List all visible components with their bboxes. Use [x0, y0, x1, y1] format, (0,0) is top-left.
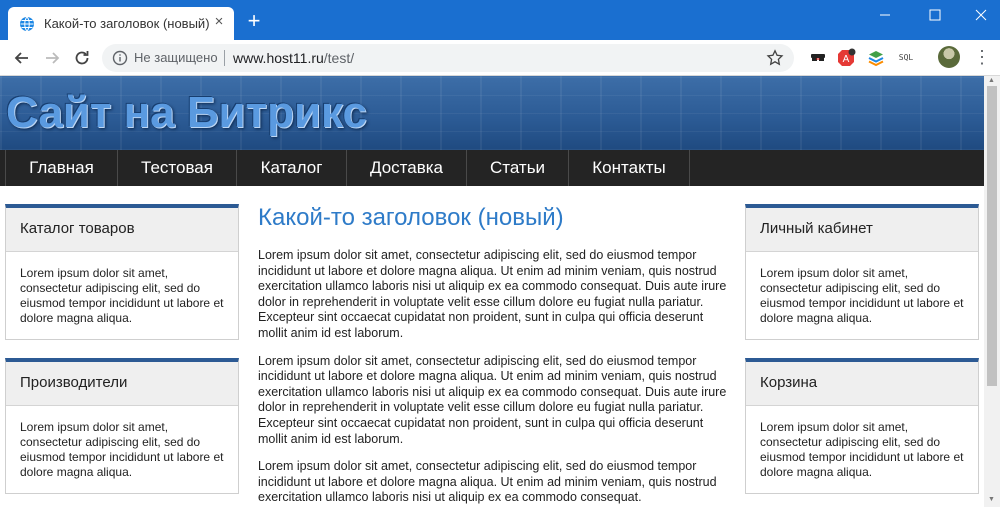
sidebar-block-text: Lorem ipsum dolor sit amet, consectetur …	[20, 420, 224, 479]
page-scrollbar[interactable]: ▲ ▼	[984, 76, 1000, 507]
minimize-icon[interactable]	[862, 4, 908, 26]
globe-icon	[20, 16, 34, 32]
address-bar[interactable]: Не защищено www.host11.ru/test/	[102, 44, 794, 72]
url-text[interactable]: www.host11.ru/test/	[233, 50, 354, 66]
new-tab-button[interactable]: +	[244, 10, 264, 32]
incognito-extension-icon[interactable]	[808, 48, 828, 68]
content-paragraph: Lorem ipsum dolor sit amet, consectetur …	[258, 248, 727, 340]
browser-titlebar: Какой-то заголовок (новый) × +	[0, 0, 1000, 40]
menu-item-test[interactable]: Тестовая	[118, 150, 237, 186]
site-title[interactable]: Сайт на Битрикс	[6, 88, 367, 138]
layers-extension-icon[interactable]	[866, 48, 886, 68]
page-heading: Какой-то заголовок (новый)	[258, 204, 564, 231]
menu-item-delivery[interactable]: Доставка	[347, 150, 467, 186]
tab-title: Какой-то заголовок (новый)	[44, 16, 210, 31]
page-viewport: Сайт на Битрикс Главная Тестовая Каталог…	[0, 76, 984, 507]
content-paragraph: Lorem ipsum dolor sit amet, consectetur …	[258, 459, 717, 505]
forward-arrow-icon[interactable]	[42, 48, 62, 68]
sidebar-block-title: Корзина	[746, 362, 978, 406]
back-arrow-icon[interactable]	[12, 48, 32, 68]
url-path: /test/	[323, 50, 355, 66]
content-paragraph: Lorem ipsum dolor sit amet, consectetur …	[258, 353, 727, 446]
reload-icon[interactable]	[72, 48, 92, 68]
security-status-label[interactable]: Не защищено	[134, 50, 218, 65]
menu-item-catalog[interactable]: Каталог	[237, 150, 347, 186]
site-banner: Сайт на Битрикс	[0, 76, 984, 150]
menu-item-home[interactable]: Главная	[5, 150, 118, 186]
maximize-icon[interactable]	[912, 4, 958, 26]
sidebar-block-text: Lorem ipsum dolor sit amet, consectetur …	[760, 266, 964, 325]
browser-menu-icon[interactable]: ⋮	[972, 47, 992, 67]
sidebar-block-title: Производители	[6, 362, 238, 406]
window-close-icon[interactable]	[957, 4, 1000, 26]
sidebar-block-manufacturers: Производители Lorem ipsum dolor sit amet…	[5, 358, 239, 494]
url-host: www.host11.ru	[233, 50, 324, 66]
address-separator	[224, 50, 225, 66]
svg-text:A: A	[843, 54, 850, 65]
sql-extension-icon[interactable]: SQL	[896, 48, 916, 68]
main-menu: Главная Тестовая Каталог Доставка Статьи…	[0, 150, 984, 186]
tab-close-icon[interactable]: ×	[210, 13, 228, 31]
sidebar-block-account: Личный кабинет Lorem ipsum dolor sit ame…	[745, 204, 979, 340]
scroll-up-arrow-icon[interactable]: ▲	[988, 77, 996, 84]
profile-avatar[interactable]	[938, 46, 960, 68]
sidebar-block-text: Lorem ipsum dolor sit amet, consectetur …	[20, 266, 224, 325]
info-icon[interactable]	[112, 50, 128, 66]
bookmark-star-icon[interactable]	[766, 49, 784, 67]
menu-item-articles[interactable]: Статьи	[467, 150, 569, 186]
main-content: Какой-то заголовок (новый) Lorem ipsum d…	[258, 204, 728, 507]
browser-tab[interactable]: Какой-то заголовок (новый) ×	[8, 7, 234, 40]
sidebar-block-catalog: Каталог товаров Lorem ipsum dolor sit am…	[5, 204, 239, 340]
scroll-down-arrow-icon[interactable]: ▼	[988, 496, 996, 503]
scroll-thumb[interactable]	[987, 86, 997, 386]
sidebar-block-title: Каталог товаров	[6, 208, 238, 252]
sidebar-block-title: Личный кабинет	[746, 208, 978, 252]
sidebar-block-cart: Корзина Lorem ipsum dolor sit amet, cons…	[745, 358, 979, 494]
adblock-extension-icon[interactable]: A	[836, 48, 856, 68]
menu-item-contacts[interactable]: Контакты	[569, 150, 690, 186]
sidebar-block-text: Lorem ipsum dolor sit amet, consectetur …	[760, 420, 964, 479]
